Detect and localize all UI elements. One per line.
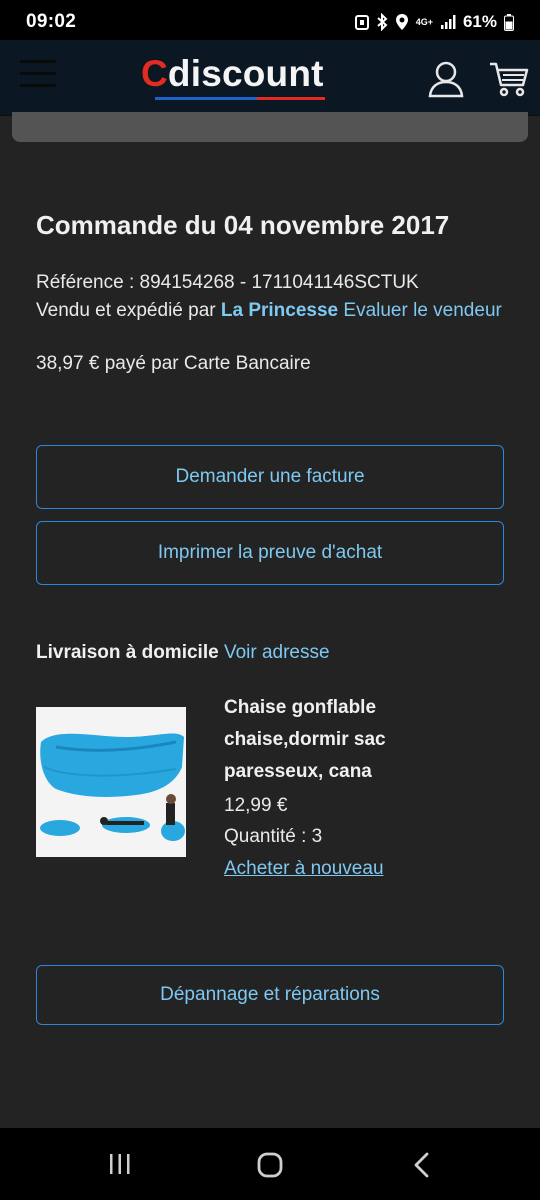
- cdiscount-logo[interactable]: Cdiscount: [141, 54, 325, 104]
- delivery-info: Livraison à domicile Voir adresse: [36, 639, 330, 666]
- buy-again-link[interactable]: Acheter à nouveau: [224, 855, 384, 882]
- battery-icon: [504, 13, 514, 31]
- status-icons: 4G+ 61%: [354, 12, 514, 32]
- product-quantity: Quantité : 3: [224, 826, 323, 847]
- paid-amount: 38,97 €: [36, 353, 100, 374]
- user-icon[interactable]: [428, 60, 464, 98]
- print-proof-button[interactable]: Imprimer la preuve d'achat: [36, 521, 504, 585]
- system-nav-bar: [0, 1128, 540, 1200]
- app-header: Cdiscount: [0, 40, 540, 116]
- order-reference: Référence : 894154268 - 1711041146SCTUK: [36, 272, 419, 293]
- status-time: 09:02: [26, 11, 77, 32]
- sold-by-label: Vendu et expédié par: [36, 300, 216, 321]
- previous-order-card: [12, 112, 528, 142]
- cart-icon[interactable]: [489, 60, 529, 98]
- request-invoice-button[interactable]: Demander une facture: [36, 445, 504, 509]
- network-type: 4G+: [415, 16, 433, 27]
- home-icon[interactable]: [257, 1152, 283, 1178]
- repair-services-button[interactable]: Dépannage et réparations: [36, 965, 504, 1025]
- product-image[interactable]: [36, 707, 186, 857]
- signal-icon: [440, 14, 456, 30]
- order-title: Commande du 04 novembre 2017: [36, 210, 450, 240]
- back-icon[interactable]: [412, 1152, 432, 1178]
- view-address-link[interactable]: Voir adresse: [224, 642, 330, 663]
- status-bar: 09:02 4G+ 61%: [0, 0, 540, 44]
- seller-name-link[interactable]: La Princesse: [221, 300, 338, 321]
- seller-info: Vendu et expédié par La Princesse Evalue…: [36, 297, 506, 324]
- location-icon: [395, 13, 409, 31]
- paid-by: payé par Carte Bancaire: [104, 353, 311, 374]
- payment-info: 38,97 € payé par Carte Bancaire: [36, 350, 506, 377]
- rate-seller-link[interactable]: Evaluer le vendeur: [343, 300, 501, 321]
- battery-level: 61%: [462, 12, 497, 31]
- recents-icon[interactable]: [108, 1153, 132, 1175]
- menu-icon[interactable]: [20, 60, 56, 96]
- product-name[interactable]: Chaise gonflable chaise,dormir sac pares…: [224, 692, 464, 788]
- notification-icon: [354, 14, 369, 30]
- delivery-label: Livraison à domicile: [36, 642, 219, 663]
- product-price: 12,99 €: [224, 795, 288, 816]
- bluetooth-icon: [376, 13, 388, 31]
